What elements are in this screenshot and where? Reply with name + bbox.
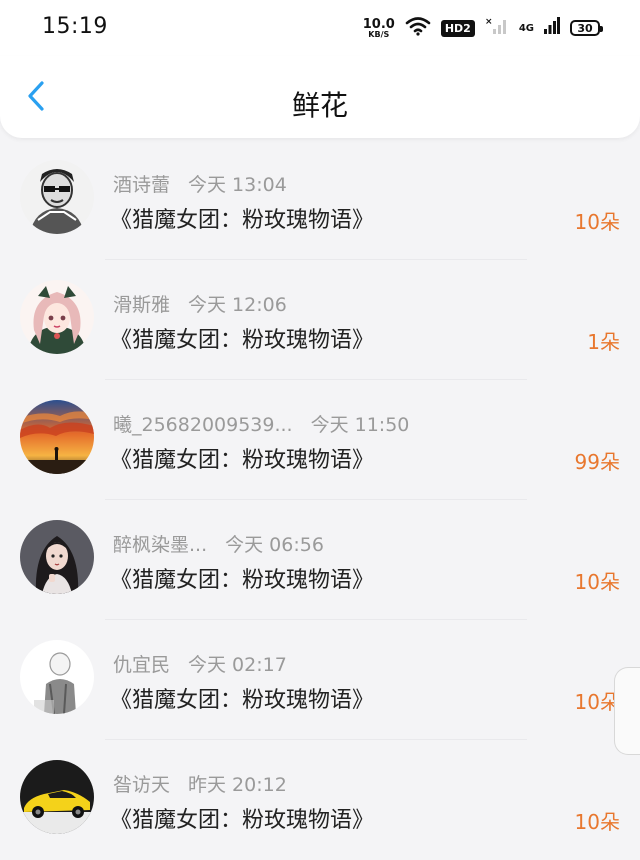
- list-item[interactable]: 曦_25682009539... 今天 11:50 《猎魔女团：粉玫瑰物语》 99…: [0, 380, 640, 500]
- dark-hair-girl-avatar-image: [20, 520, 94, 594]
- sunset-sky-avatar-image: [20, 400, 94, 474]
- timestamp: 昨天 20:12: [188, 774, 287, 796]
- book-title[interactable]: 《猎魔女团：粉玫瑰物语》: [110, 802, 374, 834]
- timestamp: 今天 11:50: [310, 414, 410, 436]
- user-name[interactable]: 滑斯雅: [113, 294, 170, 316]
- avatar[interactable]: [20, 760, 94, 834]
- list-item[interactable]: 滑斯雅 今天 12:06 《猎魔女团：粉玫瑰物语》 1朵: [0, 260, 640, 380]
- timestamp: 今天 13:04: [188, 174, 287, 196]
- sketch-figure-avatar-image: [20, 640, 94, 714]
- book-title[interactable]: 《猎魔女团：粉玫瑰物语》: [110, 442, 374, 474]
- list-item[interactable]: 仇宜民 今天 02:17 《猎魔女团：粉玫瑰物语》 10朵: [0, 620, 640, 740]
- status-bar: 15:19 10.0 KB/S HD2 × 4G 30: [0, 0, 640, 56]
- avatar[interactable]: [20, 400, 94, 474]
- item-meta: 昝访天 昨天 20:12: [113, 770, 287, 797]
- item-meta: 醉枫染墨... 今天 06:56: [113, 530, 324, 557]
- hd-badge: HD2: [440, 19, 475, 37]
- flower-count: 10朵: [574, 810, 620, 834]
- page-title: 鲜花: [291, 89, 348, 122]
- avatar[interactable]: [20, 520, 94, 594]
- avatar[interactable]: [20, 160, 94, 234]
- book-title[interactable]: 《猎魔女团：粉玫瑰物语》: [110, 322, 374, 354]
- network-speed: 10.0 KB/S: [363, 18, 395, 39]
- network-type: 4G: [518, 22, 534, 34]
- timestamp: 今天 06:56: [225, 534, 324, 556]
- timestamp: 今天 12:06: [188, 294, 287, 316]
- network-speed-unit: KB/S: [368, 29, 390, 39]
- signal-icon: [544, 16, 560, 40]
- book-title[interactable]: 《猎魔女团：粉玫瑰物语》: [110, 682, 374, 714]
- status-time: 15:19: [42, 14, 108, 39]
- flower-count: 10朵: [574, 210, 620, 234]
- user-name[interactable]: 醉枫染墨...: [113, 534, 207, 556]
- user-name[interactable]: 昝访天: [113, 774, 170, 796]
- item-meta: 滑斯雅 今天 12:06: [113, 290, 287, 317]
- list-item[interactable]: 酒诗蕾 今天 13:04 《猎魔女团：粉玫瑰物语》 10朵: [0, 140, 640, 260]
- user-name[interactable]: 曦_25682009539...: [113, 414, 293, 436]
- item-meta: 酒诗蕾 今天 13:04: [113, 170, 287, 197]
- timestamp: 今天 02:17: [188, 654, 287, 676]
- book-title[interactable]: 《猎魔女团：粉玫瑰物语》: [110, 562, 374, 594]
- yellow-car-avatar-image: [20, 760, 94, 834]
- nav-bar: 鲜花: [0, 56, 640, 138]
- flower-count: 99朵: [574, 450, 620, 474]
- flower-count: 1朵: [587, 330, 620, 354]
- book-title[interactable]: 《猎魔女团：粉玫瑰物语》: [110, 202, 374, 234]
- svg-text:×: ×: [485, 17, 493, 27]
- floating-side-handle[interactable]: [614, 667, 640, 755]
- status-icons: 10.0 KB/S HD2 × 4G 30: [363, 14, 603, 42]
- user-name[interactable]: 仇宜民: [113, 654, 170, 676]
- wifi-icon: [405, 16, 431, 40]
- flower-gift-list: 酒诗蕾 今天 13:04 《猎魔女团：粉玫瑰物语》 10朵 滑斯雅 今天 12:06: [0, 140, 640, 860]
- item-meta: 曦_25682009539... 今天 11:50: [113, 410, 409, 437]
- signal-off-icon: ×: [485, 16, 509, 40]
- anime-girl-avatar-image: [20, 280, 94, 354]
- comic-man-avatar-image: [20, 160, 94, 234]
- list-item[interactable]: 醉枫染墨... 今天 06:56 《猎魔女团：粉玫瑰物语》 10朵: [0, 500, 640, 620]
- battery-icon: 30: [570, 20, 603, 36]
- user-name[interactable]: 酒诗蕾: [113, 174, 170, 196]
- flower-count: 10朵: [574, 570, 620, 594]
- network-speed-value: 10.0: [362, 16, 395, 32]
- avatar[interactable]: [20, 280, 94, 354]
- list-item[interactable]: 昝访天 昨天 20:12 《猎魔女团：粉玫瑰物语》 10朵: [0, 740, 640, 860]
- item-meta: 仇宜民 今天 02:17: [113, 650, 287, 677]
- avatar[interactable]: [20, 640, 94, 714]
